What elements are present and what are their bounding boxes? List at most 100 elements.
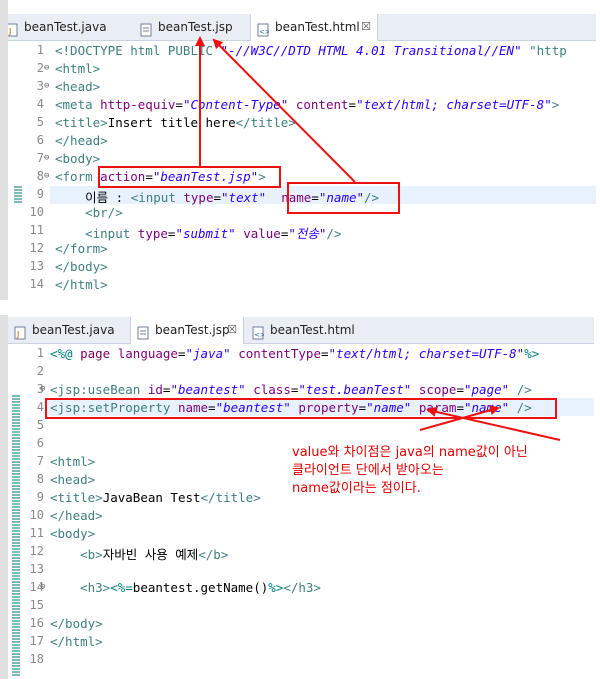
code-token: contentType: [238, 346, 321, 361]
annotation-line: name값이라는 점이다.: [292, 481, 421, 496]
line-number: 6: [36, 133, 44, 147]
code-line[interactable]: <head>: [55, 79, 100, 94]
code-token: </h3>: [283, 580, 321, 595]
code-line[interactable]: <title>JavaBean Test</title>: [50, 490, 261, 505]
close-tab-icon[interactable]: ☒: [361, 14, 371, 40]
code-line[interactable]: <html>: [55, 61, 100, 76]
code-token: <jsp:useBean: [50, 382, 148, 397]
tab-label: beanTest.html: [275, 20, 360, 34]
line-number: 10: [29, 205, 44, 219]
tab-beantest-html[interactable]: <> beanTest.html ☒: [250, 14, 378, 41]
code-token: <body>: [55, 151, 101, 166]
line-number: 8: [36, 169, 44, 183]
tab-beantest-java[interactable]: J beanTest.java: [8, 317, 126, 343]
line-number: 5: [36, 418, 44, 432]
fold-toggle-icon[interactable]: ⊖: [40, 384, 45, 394]
line-number: 14: [29, 277, 44, 291]
fold-toggle-icon[interactable]: ⊖: [44, 171, 49, 181]
code-token: "text": [221, 190, 267, 205]
line-number: 3: [36, 79, 44, 93]
line-number: 8: [36, 472, 44, 486]
code-line[interactable]: </form>: [55, 241, 108, 256]
fold-toggle-icon[interactable]: ⊖: [44, 153, 49, 163]
code-token: %>: [268, 580, 284, 595]
code-token: =: [456, 382, 464, 397]
code-line[interactable]: <title>Insert title here</title>: [55, 115, 296, 130]
svg-text:J: J: [16, 330, 19, 339]
fold-toggle-icon[interactable]: ⊖: [44, 63, 49, 73]
code-token: <title>: [55, 115, 108, 130]
code-token: </html>: [50, 634, 103, 649]
code-token: "-//W3C//DTD HTML 4.01 Transitional//EN": [220, 43, 522, 58]
code-token: 이름 :: [55, 190, 131, 205]
tab-beantest-html[interactable]: <> beanTest.html: [246, 317, 364, 343]
java-file-icon: J: [14, 323, 26, 340]
code-line[interactable]: <!DOCTYPE html PUBLIC "-//W3C//DTD HTML …: [55, 43, 567, 58]
code-token: Insert title here: [107, 115, 236, 130]
code-token: </body>: [50, 616, 103, 631]
html-file-icon: <>: [252, 323, 266, 340]
code-token: content: [295, 97, 349, 112]
code-token: "page": [464, 382, 510, 397]
jsp-file-icon: [137, 323, 149, 340]
code-line[interactable]: <input type="submit" value="전송"/>: [55, 223, 341, 242]
code-line[interactable]: <%@ page language="java" contentType="te…: [50, 346, 539, 361]
left-edge: [0, 315, 8, 679]
tab-beantest-jsp[interactable]: beanTest.jsp: [134, 14, 244, 40]
line-number: 4: [36, 400, 44, 414]
fold-toggle-icon[interactable]: ⊖: [44, 81, 49, 91]
code-token: <html>: [55, 61, 101, 76]
code-line[interactable]: <body>: [55, 151, 100, 166]
code-token: </body>: [55, 259, 108, 274]
highlight-box-setproperty: [45, 398, 557, 419]
code-line[interactable]: <b>자바빈 사용 예제</b>: [50, 544, 228, 563]
code-line[interactable]: <br/>: [55, 205, 123, 220]
fold-toggle-icon[interactable]: ⊖: [40, 582, 45, 592]
code-token: <meta: [55, 97, 101, 112]
code-line[interactable]: <html>: [50, 454, 95, 469]
code-token: scope: [418, 382, 457, 397]
line-number: 18: [29, 652, 44, 666]
code-token: />: [326, 226, 342, 241]
code-token: >: [551, 97, 560, 112]
code-token: <h3>: [80, 580, 111, 595]
code-line[interactable]: </head>: [50, 508, 103, 523]
line-number: 2: [36, 364, 44, 378]
code-token: id: [147, 382, 163, 397]
close-tab-icon[interactable]: ☒: [227, 317, 237, 343]
code-line[interactable]: <jsp:useBean id="beantest" class="test.b…: [50, 382, 532, 397]
tab-beantest-jsp[interactable]: beanTest.jsp ☒: [130, 317, 244, 344]
code-line[interactable]: </html>: [50, 634, 103, 649]
annotation-line: 클라이언트 단에서 받아오는: [292, 463, 444, 478]
code-line[interactable]: <h3><%=beantest.getName()%></h3>: [50, 580, 321, 595]
code-line[interactable]: </head>: [55, 133, 108, 148]
line-number: 1: [36, 43, 44, 57]
html-file-icon: <>: [257, 20, 271, 37]
code-line[interactable]: </html>: [55, 277, 108, 292]
code-line[interactable]: <head>: [50, 472, 95, 487]
line-number: 9: [36, 490, 44, 504]
code-token: =: [320, 346, 329, 361]
code-token: "submit": [175, 226, 236, 241]
code-token: </title>: [200, 490, 261, 505]
code-token: <%@: [50, 346, 81, 361]
code-line[interactable]: </body>: [50, 616, 103, 631]
code-token: <%=: [110, 580, 133, 595]
tab-beantest-java[interactable]: J beanTest.java: [0, 14, 124, 40]
code-line[interactable]: </body>: [55, 259, 108, 274]
code-line[interactable]: <meta http-equiv="Content-Type" content=…: [55, 97, 559, 112]
code-token: <!DOCTYPE html PUBLIC: [55, 43, 221, 58]
line-number: 11: [29, 526, 44, 540]
code-token: <input: [85, 226, 138, 241]
tab-label: beanTest.jsp: [155, 323, 230, 337]
code-token: <title>: [50, 490, 103, 505]
code-token: %>: [524, 346, 540, 361]
code-line[interactable]: <body>: [50, 526, 95, 541]
code-token: 자바빈 사용 예제: [102, 547, 199, 562]
svg-text:J: J: [8, 27, 11, 36]
